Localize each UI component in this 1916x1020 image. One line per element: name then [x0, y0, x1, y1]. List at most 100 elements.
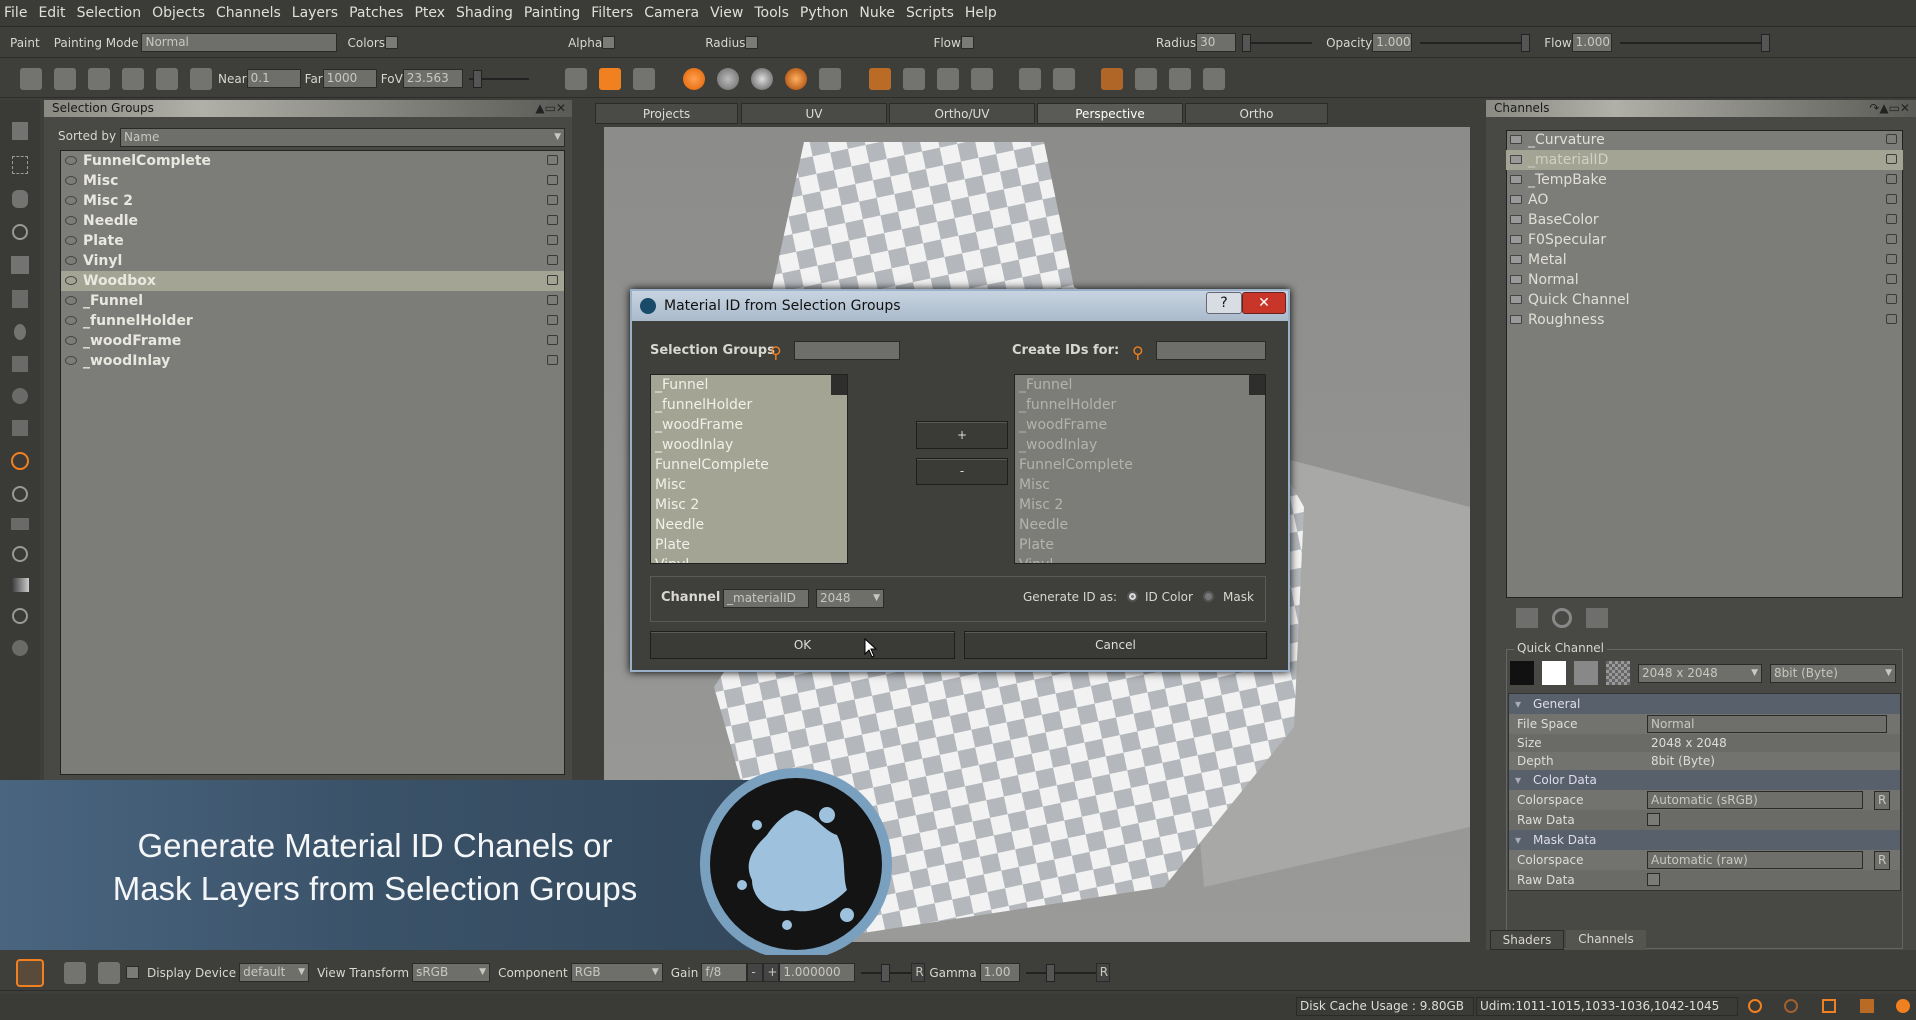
paint-tool-icon[interactable] [11, 452, 29, 470]
grid-snap-icon[interactable] [868, 67, 891, 90]
channel-item[interactable]: AO [1506, 190, 1903, 210]
pin-tool-icon[interactable] [12, 420, 28, 436]
tab-uv[interactable]: UV [741, 103, 887, 124]
cancel-button[interactable]: Cancel [964, 631, 1267, 659]
channel-item[interactable]: _TempBake [1506, 170, 1903, 190]
frame-icon[interactable] [88, 67, 110, 90]
split-quad-icon[interactable] [970, 67, 993, 90]
right-search-input[interactable] [1156, 341, 1266, 360]
shiny-sphere-icon[interactable] [750, 67, 773, 90]
status-icon-5[interactable] [1896, 999, 1910, 1013]
menu-python[interactable]: Python [800, 5, 849, 21]
lock-icon[interactable] [1886, 274, 1897, 284]
toggle-checkbox[interactable] [126, 966, 139, 979]
sorted-by-select[interactable]: Name ▼ [120, 128, 565, 147]
panel-controls-icon[interactable]: ↷▲▭✕ [1869, 100, 1910, 117]
lock-icon[interactable] [1886, 254, 1897, 264]
list-item[interactable]: _woodInlay [651, 435, 847, 455]
menu-ptex[interactable]: Ptex [414, 5, 445, 21]
menu-channels[interactable]: Channels [216, 5, 281, 21]
grey-swatch[interactable] [1574, 661, 1598, 685]
split-horizontal-icon[interactable] [936, 67, 959, 90]
list-item[interactable]: Misc 2 [651, 495, 847, 515]
list-item-selected[interactable]: Woodbox [61, 271, 564, 291]
list-item[interactable]: Plate [61, 231, 564, 251]
lock-icon[interactable] [1886, 194, 1897, 204]
gain-slider[interactable] [861, 963, 912, 982]
grey-sphere-icon[interactable] [716, 67, 739, 90]
channel-input[interactable]: _materialID [723, 589, 809, 608]
lock-icon[interactable] [547, 215, 558, 225]
lock-icon[interactable] [547, 155, 558, 165]
display-device-select[interactable]: default ▼ [239, 963, 310, 982]
menu-layers[interactable]: Layers [292, 5, 338, 21]
lock-icon[interactable] [1886, 214, 1897, 224]
split-vertical-icon[interactable] [902, 67, 925, 90]
channel-item[interactable]: Normal [1506, 270, 1903, 290]
id-color-radio[interactable] [1127, 591, 1138, 602]
refresh-icon[interactable] [1552, 608, 1572, 628]
list-item[interactable]: _funnelHolder [61, 311, 564, 331]
tab-shaders[interactable]: Shaders [1490, 930, 1564, 950]
eye-icon[interactable] [65, 336, 77, 345]
menu-nuke[interactable]: Nuke [859, 5, 895, 21]
colors-checkbox[interactable] [385, 36, 399, 49]
list-item[interactable]: _Funnel [61, 291, 564, 311]
lock-icon[interactable] [547, 255, 558, 265]
transform-tool-icon[interactable] [12, 290, 28, 308]
ok-button[interactable]: OK [650, 631, 955, 659]
file-space-select[interactable]: Normal [1647, 715, 1887, 733]
menu-help[interactable]: Help [965, 5, 997, 21]
list-item[interactable]: Vinyl [651, 555, 847, 563]
eye-small-icon[interactable] [1168, 67, 1191, 90]
near-input[interactable]: 0.1 [246, 69, 301, 88]
gain-minus-button[interactable]: - [747, 963, 764, 982]
create-ids-list[interactable]: _Funnel _funnelHolder _woodFrame _woodInlay… [1014, 374, 1266, 564]
add-button[interactable]: + [916, 421, 1008, 449]
list-item[interactable]: Vinyl [1015, 555, 1265, 563]
zoom-tool-icon[interactable] [12, 224, 28, 240]
lock-icon[interactable] [1886, 314, 1897, 324]
mask-raw-data-checkbox[interactable] [1647, 873, 1660, 886]
eye-icon[interactable] [65, 156, 77, 165]
eye-icon[interactable] [65, 196, 77, 205]
list-item[interactable]: Needle [651, 515, 847, 535]
flow-input[interactable]: 1.000 [1571, 33, 1612, 52]
list-item[interactable]: Needle [61, 211, 564, 231]
eye-icon[interactable] [65, 236, 77, 245]
tab-perspective[interactable]: Perspective [1037, 103, 1183, 124]
color-picker-icon[interactable] [16, 958, 44, 987]
flow-slider[interactable] [1619, 33, 1770, 52]
menu-selection[interactable]: Selection [77, 5, 142, 21]
list-item[interactable]: FunnelComplete [1015, 455, 1265, 475]
menu-patches[interactable]: Patches [349, 5, 403, 21]
list-item[interactable]: _woodFrame [651, 415, 847, 435]
gradient-tool-icon[interactable] [11, 578, 29, 592]
opacity-slider[interactable] [1420, 33, 1531, 52]
mask-radio[interactable] [1203, 591, 1214, 602]
list-item[interactable]: _funnelHolder [651, 395, 847, 415]
tab-ortho-uv[interactable]: Ortho/UV [889, 103, 1035, 124]
section-color-data[interactable]: Color Data [1509, 770, 1900, 790]
section-general[interactable]: General [1509, 694, 1900, 714]
lock-icon[interactable] [547, 195, 558, 205]
eye-icon[interactable] [65, 296, 77, 305]
eye-icon[interactable] [65, 216, 77, 225]
gamma-reset-button[interactable]: R [1095, 963, 1110, 982]
status-icon-1[interactable] [1748, 999, 1762, 1013]
lock-icon[interactable] [1886, 294, 1897, 304]
gear-tool-icon[interactable] [12, 640, 28, 656]
lock-icon[interactable] [1886, 174, 1897, 184]
menu-painting[interactable]: Painting [524, 5, 580, 21]
lock-icon[interactable] [547, 355, 558, 365]
wireframe-icon[interactable] [20, 67, 42, 90]
status-icon-4[interactable] [1860, 999, 1874, 1013]
lock-icon[interactable] [547, 275, 558, 285]
eye-layer-icon[interactable] [1134, 67, 1157, 90]
eye-icon[interactable] [65, 276, 77, 285]
list-item[interactable]: FunnelComplete [651, 455, 847, 475]
resolution-select[interactable]: 2048 ▼ [816, 589, 884, 608]
list-item[interactable]: _Funnel [651, 375, 847, 395]
lit-sphere-icon[interactable] [784, 67, 807, 90]
hand-tool-icon[interactable] [12, 190, 28, 208]
